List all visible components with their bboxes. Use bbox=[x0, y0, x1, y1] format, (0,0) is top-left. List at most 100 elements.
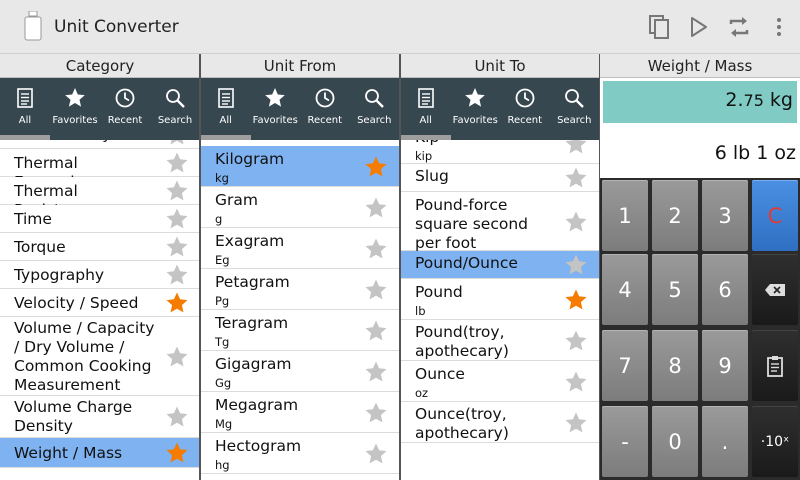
unit-to-item[interactable]: Pound lb bbox=[401, 279, 599, 320]
favorite-star-icon[interactable] bbox=[165, 441, 189, 465]
key-6[interactable]: 6 bbox=[702, 254, 748, 325]
star-icon[interactable] bbox=[165, 151, 189, 175]
category-item-label: Velocity / Speed bbox=[14, 294, 139, 312]
favorite-star-icon[interactable] bbox=[165, 291, 189, 315]
play-button[interactable] bbox=[683, 12, 715, 42]
favorite-star-icon[interactable] bbox=[364, 155, 388, 179]
decimal-key[interactable]: . bbox=[702, 406, 748, 477]
unit-to-item[interactable]: Slug bbox=[401, 164, 599, 192]
key-3[interactable]: 3 bbox=[702, 180, 748, 251]
star-icon[interactable] bbox=[364, 278, 388, 302]
app-title: Unit Converter bbox=[54, 17, 179, 37]
star-icon[interactable] bbox=[165, 207, 189, 231]
unit-name: Ounce(troy, apothecary) bbox=[415, 405, 509, 442]
star-icon[interactable] bbox=[364, 319, 388, 343]
app-icon bbox=[24, 11, 42, 41]
unit-from-item[interactable]: Teragram Tg bbox=[201, 310, 399, 351]
filter-search-label: Search bbox=[157, 115, 193, 126]
unit-from-item[interactable]: Megagram Mg bbox=[201, 392, 399, 433]
input-display[interactable]: 2.75 kg bbox=[603, 81, 797, 123]
unit-to-item[interactable]: Ounce oz bbox=[401, 361, 599, 402]
star-icon[interactable] bbox=[364, 401, 388, 425]
star-icon[interactable] bbox=[364, 360, 388, 384]
category-list: ConductivityThermal ExpansionThermal Res… bbox=[0, 120, 200, 468]
unit-from-item[interactable]: Petagram Pg bbox=[201, 269, 399, 310]
star-icon[interactable] bbox=[364, 442, 388, 466]
paste-key[interactable] bbox=[752, 330, 798, 401]
category-item[interactable]: Thermal Resistance bbox=[0, 177, 200, 219]
unit-from-item[interactable]: Gram g bbox=[201, 187, 399, 228]
filter-favorites-label: Favorites bbox=[452, 115, 498, 126]
filter-recent-button[interactable]: Recent bbox=[500, 78, 550, 140]
filter-favorites-label: Favorites bbox=[252, 115, 298, 126]
star-icon[interactable] bbox=[165, 179, 189, 203]
filter-search-label: Search bbox=[357, 115, 392, 126]
key-5[interactable]: 5 bbox=[652, 254, 698, 325]
filter-favorites-button[interactable]: Favorites bbox=[251, 78, 301, 140]
category-item[interactable]: Torque bbox=[0, 233, 200, 261]
key-1[interactable]: 1 bbox=[602, 180, 648, 251]
unit-from-filter-bar: All Favorites Recent Search bbox=[201, 78, 399, 140]
swap-button[interactable] bbox=[723, 12, 755, 42]
favorite-star-icon[interactable] bbox=[564, 288, 588, 312]
category-item[interactable]: Typography bbox=[0, 261, 200, 289]
filter-search-button[interactable]: Search bbox=[350, 78, 400, 140]
clear-key[interactable]: C bbox=[752, 180, 798, 251]
backspace-key[interactable] bbox=[752, 254, 798, 325]
category-item[interactable]: Velocity / Speed bbox=[0, 289, 200, 317]
unit-item-text: Petagram Pg bbox=[215, 273, 355, 309]
star-icon[interactable] bbox=[165, 405, 189, 429]
star-icon[interactable] bbox=[364, 196, 388, 220]
exponent-key[interactable]: ·10ˣ bbox=[752, 406, 798, 477]
unit-from-item[interactable]: Exagram Eg bbox=[201, 228, 399, 269]
filter-all-button[interactable]: All bbox=[201, 78, 251, 140]
copy-button[interactable] bbox=[643, 12, 675, 42]
input-value: 2.75 kg bbox=[725, 89, 793, 111]
category-item[interactable]: Thermal Expansion bbox=[0, 149, 200, 191]
key-7[interactable]: 7 bbox=[602, 330, 648, 401]
unit-from-item[interactable]: Kilogram kg bbox=[201, 146, 399, 187]
star-icon[interactable] bbox=[165, 263, 189, 287]
unit-symbol: Gg bbox=[215, 376, 232, 390]
star-icon[interactable] bbox=[564, 166, 588, 190]
category-item[interactable]: Volume Charge Density bbox=[0, 396, 200, 438]
unit-to-item[interactable]: Pound/Ounce bbox=[401, 251, 599, 279]
category-item[interactable]: Weight / Mass bbox=[0, 438, 200, 468]
filter-recent-button[interactable]: Recent bbox=[300, 78, 350, 140]
filter-recent-button[interactable]: Recent bbox=[100, 78, 150, 140]
filter-search-button[interactable]: Search bbox=[550, 78, 600, 140]
star-icon[interactable] bbox=[165, 345, 189, 369]
filter-all-button[interactable]: All bbox=[0, 78, 50, 140]
unit-item-text: Pound(troy, apothecary) bbox=[415, 323, 555, 361]
star-icon[interactable] bbox=[564, 329, 588, 353]
star-icon[interactable] bbox=[165, 235, 189, 259]
unit-to-header: Unit To bbox=[401, 54, 599, 78]
star-icon[interactable] bbox=[564, 210, 588, 234]
star-icon[interactable] bbox=[364, 237, 388, 261]
key-7-label: 7 bbox=[618, 353, 632, 378]
key-2[interactable]: 2 bbox=[652, 180, 698, 251]
star-icon bbox=[265, 88, 286, 107]
filter-search-button[interactable]: Search bbox=[150, 78, 200, 140]
category-item[interactable]: Volume / Capacity / Dry Volume / Common … bbox=[0, 317, 200, 396]
filter-favorites-button[interactable]: Favorites bbox=[50, 78, 100, 140]
unit-from-item[interactable]: Gigagram Gg bbox=[201, 351, 399, 392]
category-item[interactable]: Time bbox=[0, 205, 200, 233]
key-8[interactable]: 8 bbox=[652, 330, 698, 401]
unit-to-item[interactable]: Pound-force square second per footlbf·s²… bbox=[401, 192, 599, 269]
key-0-label: 0 bbox=[668, 429, 682, 454]
key-0[interactable]: 0 bbox=[652, 406, 698, 477]
unit-item-text: Pound/Ounce bbox=[415, 254, 555, 273]
overflow-menu-button[interactable] bbox=[763, 12, 795, 42]
filter-favorites-button[interactable]: Favorites bbox=[451, 78, 501, 140]
star-icon[interactable] bbox=[564, 411, 588, 435]
star-icon[interactable] bbox=[564, 370, 588, 394]
unit-from-item[interactable]: Hectogram hg bbox=[201, 433, 399, 474]
key-4[interactable]: 4 bbox=[602, 254, 648, 325]
star-icon[interactable] bbox=[564, 253, 588, 277]
minus-key[interactable]: - bbox=[602, 406, 648, 477]
key-9[interactable]: 9 bbox=[702, 330, 748, 401]
unit-to-item[interactable]: Pound(troy, apothecary) bbox=[401, 320, 599, 361]
unit-to-item[interactable]: Ounce(troy, apothecary) bbox=[401, 402, 599, 443]
filter-all-button[interactable]: All bbox=[401, 78, 451, 140]
